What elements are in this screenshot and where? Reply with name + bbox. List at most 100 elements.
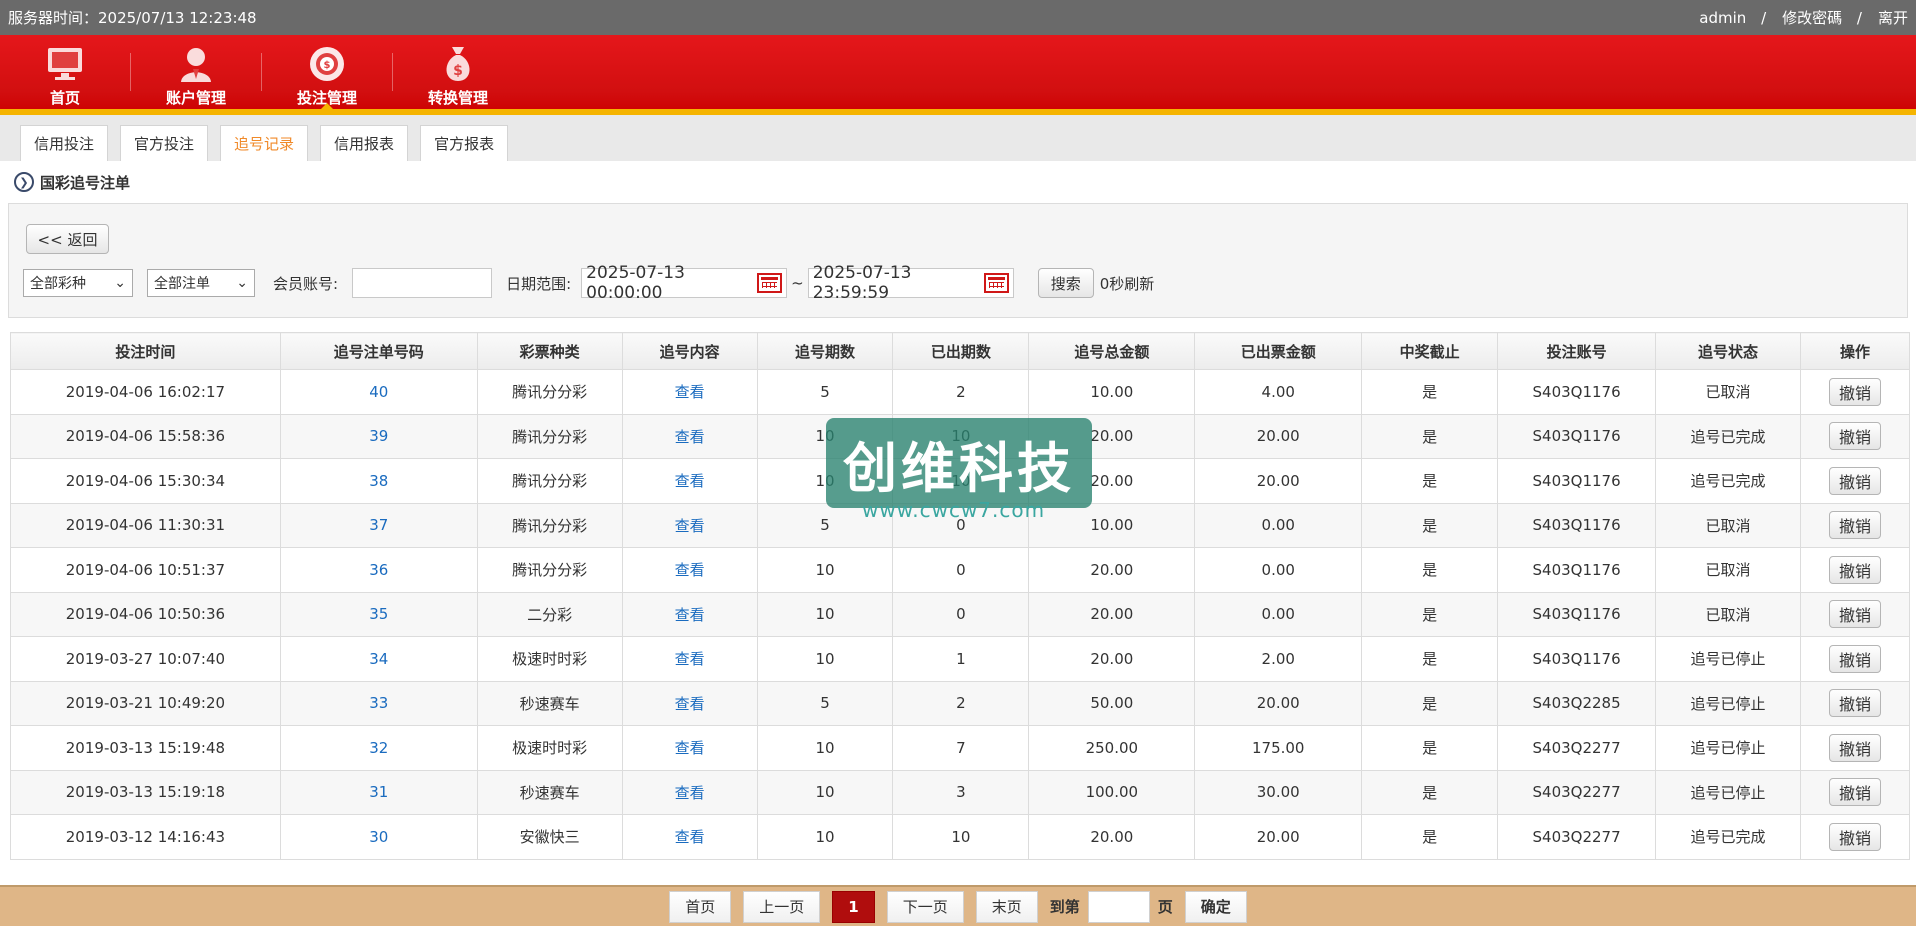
cancel-button[interactable]: 撤销 — [1828, 689, 1881, 718]
completed-periods: 2 — [956, 382, 966, 401]
table-cell: 10 — [756, 814, 894, 860]
back-button[interactable]: << 返回 — [26, 224, 109, 254]
cancel-button[interactable]: 撤销 — [1828, 555, 1881, 584]
confirm-button[interactable]: 确定 — [1184, 890, 1247, 923]
table-cell: 50.00 — [1028, 680, 1196, 726]
cancel-button[interactable]: 撤销 — [1828, 778, 1881, 807]
search-button[interactable]: 搜索 — [1037, 268, 1094, 298]
view-link[interactable]: 查看 — [675, 650, 705, 668]
table-cell: 2019-04-06 11:30:31 — [10, 502, 281, 548]
column-header: 彩票种类 — [476, 332, 623, 370]
filter-panel: << 返回 全部彩种 ⌄ 全部注单 ⌄ 会员账号: 日期范围: 2025-07-… — [8, 203, 1908, 318]
table-cell: 10 — [756, 591, 894, 637]
chase-order-id[interactable]: 31 — [369, 783, 388, 801]
username-link[interactable]: admin — [1699, 9, 1746, 27]
order-type-select[interactable]: 全部注单 ⌄ — [147, 269, 255, 297]
nav-item-label: 投注管理 — [296, 89, 357, 107]
cancel-button[interactable]: 撤销 — [1828, 377, 1881, 406]
tab-credit-bet[interactable]: 信用投注 — [20, 125, 109, 161]
cancel-button[interactable]: 撤销 — [1828, 644, 1881, 673]
change-password-link[interactable]: 修改密碼 — [1782, 9, 1842, 27]
view-link[interactable]: 查看 — [675, 739, 705, 757]
chase-order-id[interactable]: 39 — [369, 427, 388, 445]
nav-item-home[interactable]: 首页 — [0, 35, 130, 115]
nav-item-account[interactable]: 账户管理 — [131, 35, 261, 115]
first-page-button[interactable]: 首页 — [669, 890, 732, 923]
cancel-button[interactable]: 撤销 — [1828, 511, 1881, 540]
view-link[interactable]: 查看 — [675, 828, 705, 846]
chase-order-id[interactable]: 33 — [369, 694, 388, 712]
stop-on-win: 是 — [1422, 383, 1438, 402]
watermark-logo: 创维科技 — [826, 418, 1092, 508]
prev-page-button[interactable]: 上一页 — [743, 890, 821, 923]
date-from-input[interactable]: 2025-07-13 00:00:00 — [581, 263, 788, 303]
chase-status: 追号已完成 — [1690, 828, 1766, 847]
chase-order-id[interactable]: 32 — [369, 739, 388, 757]
table-cell: 30 — [279, 814, 478, 860]
table-cell: 2019-04-06 10:50:36 — [10, 591, 281, 637]
completed-periods: 1 — [956, 649, 966, 668]
member-account-input[interactable] — [352, 268, 493, 298]
view-link[interactable]: 查看 — [675, 472, 705, 490]
table-cell: S403Q1176 — [1497, 636, 1657, 682]
table-cell: 查看 — [621, 725, 758, 771]
issued-amount: 2.00 — [1261, 649, 1295, 668]
chase-order-id[interactable]: 34 — [369, 650, 388, 668]
cancel-button[interactable]: 撤销 — [1828, 466, 1881, 495]
view-link[interactable]: 查看 — [675, 784, 705, 802]
date-to-value: 2025-07-13 23:59:59 — [812, 263, 912, 303]
logout-link[interactable]: 离开 — [1878, 9, 1908, 27]
bet-account: S403Q2277 — [1532, 783, 1621, 802]
calendar-icon[interactable] — [983, 273, 1009, 293]
total-amount: 20.00 — [1090, 605, 1134, 624]
total-amount: 20.00 — [1090, 827, 1134, 846]
goto-page: 到第 页 — [1050, 890, 1173, 923]
stop-on-win: 是 — [1422, 783, 1438, 802]
tab-official-report[interactable]: 官方报表 — [420, 125, 509, 161]
date-to-input[interactable]: 2025-07-13 23:59:59 — [807, 263, 1014, 303]
stop-on-win: 是 — [1422, 694, 1438, 713]
chase-order-id[interactable]: 35 — [369, 605, 388, 623]
table-cell: 是 — [1361, 458, 1499, 504]
table-cell: 撤销 — [1799, 769, 1911, 815]
table-cell: 腾讯分分彩 — [476, 458, 623, 504]
current-page[interactable]: 1 — [832, 890, 875, 923]
view-link[interactable]: 查看 — [675, 383, 705, 401]
tab-credit-report[interactable]: 信用报表 — [320, 125, 409, 161]
chase-periods: 10 — [815, 827, 835, 846]
chase-order-id[interactable]: 37 — [369, 516, 388, 534]
table-cell: 10 — [756, 547, 894, 593]
goto-page-input[interactable] — [1087, 890, 1150, 923]
view-link[interactable]: 查看 — [675, 517, 705, 535]
next-page-button[interactable]: 下一页 — [886, 890, 964, 923]
tab-chase-record[interactable]: 追号记录 — [220, 125, 309, 161]
chase-order-id[interactable]: 36 — [369, 561, 388, 579]
cancel-button[interactable]: 撤销 — [1828, 422, 1881, 451]
table-cell: 100.00 — [1028, 769, 1196, 815]
nav-item-transfer[interactable]: $ 转换管理 — [393, 35, 523, 115]
table-cell: 20.00 — [1194, 680, 1363, 726]
lottery-type: 安徽快三 — [519, 828, 580, 847]
cancel-button[interactable]: 撤销 — [1828, 600, 1881, 629]
table-cell: 二分彩 — [476, 591, 623, 637]
view-link[interactable]: 查看 — [675, 561, 705, 579]
view-link[interactable]: 查看 — [675, 428, 705, 446]
cancel-button[interactable]: 撤销 — [1828, 822, 1881, 851]
nav-item-betting[interactable]: $ 投注管理 — [262, 35, 392, 115]
table-cell: 2019-04-06 16:02:17 — [10, 369, 281, 415]
chase-order-id[interactable]: 30 — [369, 828, 388, 846]
view-link[interactable]: 查看 — [675, 695, 705, 713]
tab-official-bet[interactable]: 官方投注 — [120, 125, 209, 161]
column-header: 追号状态 — [1655, 332, 1801, 370]
table-row: 2019-03-13 15:19:18 31 秒速赛车 查看 10 3 100.00 30.0… — [10, 769, 1911, 815]
chase-order-id[interactable]: 40 — [369, 383, 388, 401]
table-cell: 追号已完成 — [1655, 814, 1801, 860]
cancel-button[interactable]: 撤销 — [1828, 733, 1881, 762]
chase-order-id[interactable]: 38 — [369, 472, 388, 490]
view-link[interactable]: 查看 — [675, 606, 705, 624]
table-cell: 2 — [892, 680, 1030, 726]
table-cell: 撤销 — [1799, 814, 1911, 860]
lottery-type-select[interactable]: 全部彩种 ⌄ — [23, 269, 133, 297]
calendar-icon[interactable] — [757, 273, 783, 293]
last-page-button[interactable]: 末页 — [975, 890, 1038, 923]
